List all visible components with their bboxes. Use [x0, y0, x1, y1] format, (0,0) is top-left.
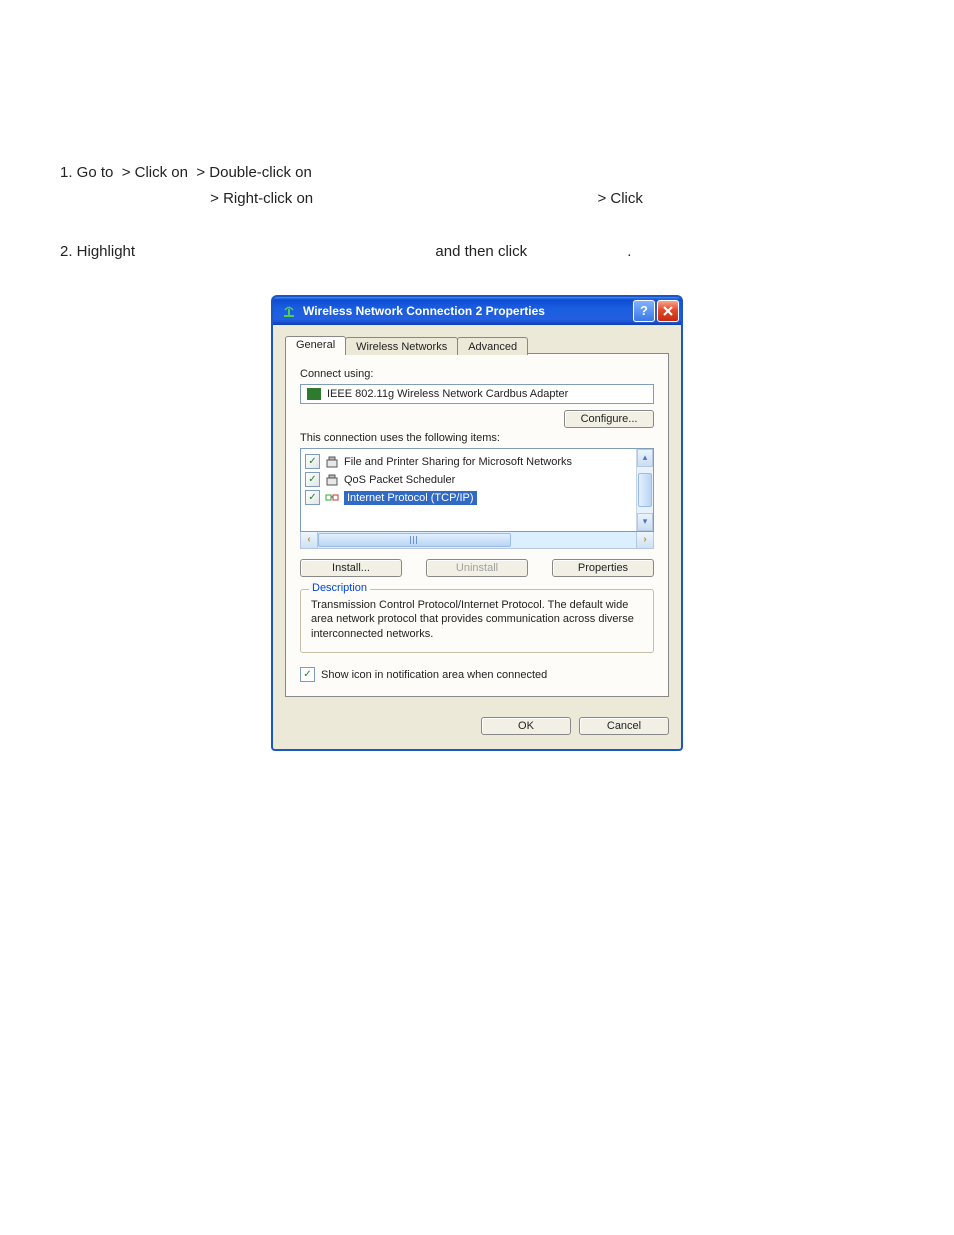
list-item-label: Internet Protocol (TCP/IP) — [344, 491, 477, 505]
window-icon — [281, 303, 297, 319]
step1-seg-d: > Right-click on — [60, 190, 317, 207]
scroll-grip-icon — [410, 536, 418, 544]
step1-seg-b: > Click on — [118, 164, 193, 181]
list-item-selected[interactable]: ✓ Internet Protocol (TCP/IP) — [305, 489, 632, 507]
service-icon — [324, 472, 340, 488]
tab-panel-general: Connect using: IEEE 802.11g Wireless Net… — [285, 353, 669, 698]
scroll-down-button[interactable]: ▾ — [637, 513, 653, 531]
checkbox[interactable]: ✓ — [305, 472, 320, 487]
vertical-scrollbar[interactable]: ▴ ▾ — [636, 449, 653, 531]
help-button[interactable]: ? — [633, 300, 655, 322]
list-item-label: File and Printer Sharing for Microsoft N… — [344, 456, 572, 468]
protocol-icon — [324, 490, 340, 506]
list-item[interactable]: ✓ File and Printer Sharing for Microsoft… — [305, 453, 632, 471]
adapter-field[interactable]: IEEE 802.11g Wireless Network Cardbus Ad… — [300, 384, 654, 404]
list-item-label: QoS Packet Scheduler — [344, 474, 455, 486]
dialog-title: Wireless Network Connection 2 Properties — [303, 304, 631, 318]
horizontal-scrollbar[interactable]: ‹ › — [300, 532, 654, 549]
install-button[interactable]: Install... — [300, 559, 402, 577]
show-icon-label: Show icon in notification area when conn… — [321, 669, 547, 681]
adapter-name: IEEE 802.11g Wireless Network Cardbus Ad… — [327, 388, 568, 400]
checkbox[interactable]: ✓ — [305, 454, 320, 469]
step1-seg-e: > Click — [317, 190, 643, 207]
tab-advanced[interactable]: Advanced — [457, 337, 528, 355]
uninstall-button: Uninstall — [426, 559, 528, 577]
service-icon — [324, 454, 340, 470]
connect-using-label: Connect using: — [300, 368, 654, 380]
scroll-right-button[interactable]: › — [636, 532, 653, 548]
scroll-up-button[interactable]: ▴ — [637, 449, 653, 467]
instruction-step-1: 1. Go to > Click on > Double-click on > … — [60, 160, 894, 211]
tab-wireless-networks[interactable]: Wireless Networks — [345, 337, 458, 355]
step2-seg-b: and then click — [139, 243, 531, 260]
description-text: Transmission Control Protocol/Internet P… — [311, 598, 643, 643]
properties-dialog: Wireless Network Connection 2 Properties… — [271, 295, 683, 752]
step2-seg-c: . — [531, 243, 631, 260]
step1-seg-a: 1. Go to — [60, 164, 118, 181]
scroll-thumb[interactable] — [318, 533, 511, 547]
tab-general[interactable]: General — [285, 336, 346, 354]
adapter-icon — [307, 388, 321, 400]
show-icon-checkbox[interactable]: ✓ — [300, 667, 315, 682]
step2-seg-a: 2. Highlight — [60, 243, 139, 260]
cancel-button[interactable]: Cancel — [579, 717, 669, 735]
configure-button[interactable]: Configure... — [564, 410, 654, 428]
scroll-thumb[interactable] — [638, 473, 652, 507]
instruction-step-2: 2. Highlight and then click . — [60, 239, 894, 265]
checkbox[interactable]: ✓ — [305, 490, 320, 505]
tab-strip: General Wireless Networks Advanced — [285, 336, 669, 354]
ok-button[interactable]: OK — [481, 717, 571, 735]
close-button[interactable] — [657, 300, 679, 322]
scroll-left-button[interactable]: ‹ — [301, 532, 318, 548]
items-label: This connection uses the following items… — [300, 432, 654, 444]
items-listbox[interactable]: ✓ File and Printer Sharing for Microsoft… — [300, 448, 654, 532]
description-groupbox: Description Transmission Control Protoco… — [300, 589, 654, 654]
titlebar[interactable]: Wireless Network Connection 2 Properties… — [271, 295, 683, 325]
properties-button[interactable]: Properties — [552, 559, 654, 577]
description-title: Description — [309, 582, 370, 594]
list-item[interactable]: ✓ QoS Packet Scheduler — [305, 471, 632, 489]
step1-seg-c: > Double-click on — [192, 164, 316, 181]
scroll-track[interactable] — [318, 532, 636, 548]
